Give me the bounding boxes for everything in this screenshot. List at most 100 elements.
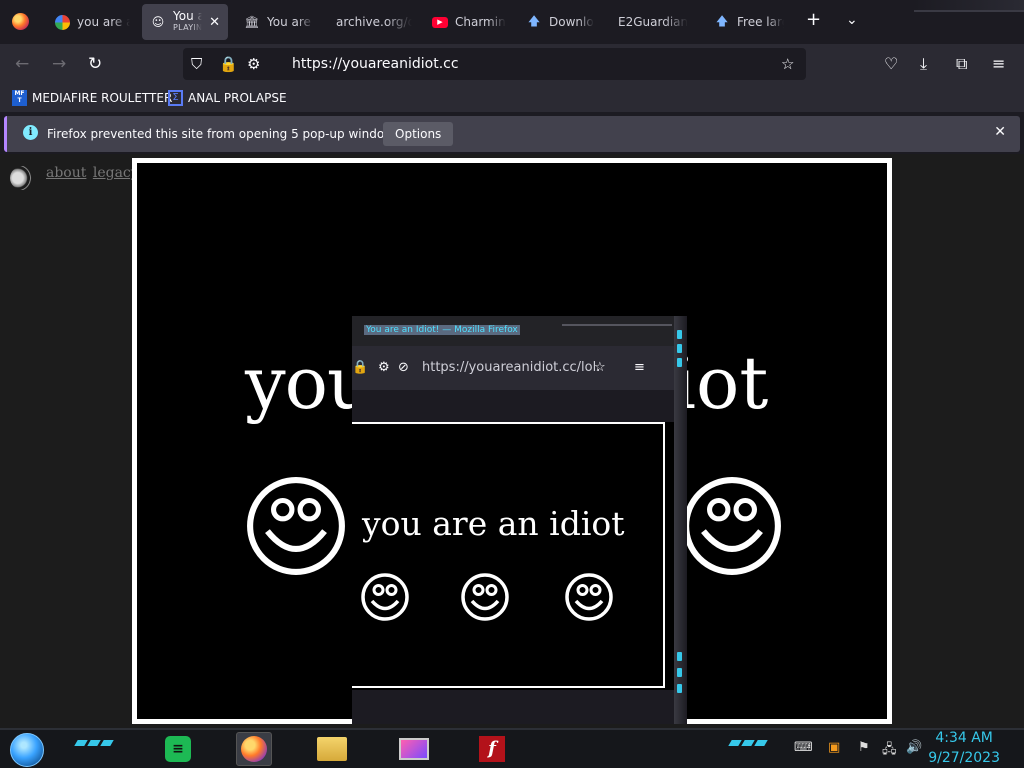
firefox-icon bbox=[241, 736, 267, 762]
close-icon[interactable]: ✕ bbox=[994, 124, 1006, 140]
start-button[interactable] bbox=[10, 733, 44, 767]
sigma-icon: Σ bbox=[168, 90, 183, 106]
keyboard-icon[interactable]: ⌨ bbox=[794, 740, 813, 755]
tab-label: Download bbox=[549, 15, 594, 29]
taskbar-decoration bbox=[728, 740, 768, 746]
titlebar-decoration bbox=[562, 316, 672, 326]
forward-arrow-icon[interactable]: → bbox=[52, 54, 66, 74]
bookmark-star-icon[interactable]: ☆ bbox=[781, 55, 794, 73]
led-decoration bbox=[677, 330, 682, 339]
tab-6[interactable]: 🡅 Download bbox=[518, 4, 602, 40]
smiley-icon: ☺ bbox=[151, 15, 165, 29]
smiley-face-icon bbox=[683, 477, 781, 575]
headline-right: iot bbox=[673, 341, 769, 425]
window-frame-decoration bbox=[914, 0, 1024, 12]
bookmark-star-icon[interactable]: ☆ bbox=[594, 360, 606, 375]
taskbar: ≡ f ⌨ ▣ ⚑ 🖧 🔊 4:34 AM 9/27/2023 bbox=[0, 728, 1024, 768]
smiley-face-icon bbox=[565, 573, 613, 621]
flash-icon: f bbox=[479, 736, 505, 762]
popup-bottom-bar bbox=[352, 690, 682, 724]
clock-time: 4:34 AM bbox=[935, 730, 993, 746]
pocket-icon[interactable]: ♡ bbox=[884, 54, 898, 73]
led-decoration bbox=[677, 358, 682, 367]
tab-1[interactable]: you are an bbox=[46, 4, 138, 40]
about-link[interactable]: about bbox=[46, 165, 86, 181]
tab-8[interactable]: 🡅 Free large bbox=[706, 4, 792, 40]
youtube-icon: ▶ bbox=[432, 14, 448, 30]
popup-titlebar[interactable]: You are an Idiot! — Mozilla Firefox bbox=[352, 316, 682, 346]
tab-label: you are an bbox=[77, 15, 130, 29]
lock-icon: 🔒 bbox=[352, 360, 369, 375]
bookmarks-toolbar: MF T MEDIAFIRE ROULETTER Σ ANAL PROLAPSE bbox=[0, 84, 1024, 112]
bookmark-label: ANAL PROLAPSE bbox=[188, 91, 287, 105]
monitor-icon bbox=[399, 738, 429, 760]
tab-2-active[interactable]: ☺ You are PLAYING ✕ bbox=[142, 4, 228, 40]
menu-hamburger-icon[interactable]: ≡ bbox=[992, 54, 1005, 73]
info-icon: i bbox=[23, 125, 38, 140]
tab-label: You are an bbox=[267, 15, 314, 29]
popup-toolbar-gap bbox=[352, 390, 682, 422]
taskbar-spotify[interactable]: ≡ bbox=[160, 732, 196, 766]
firefox-icon[interactable] bbox=[12, 13, 29, 30]
autoplay-blocked-icon[interactable]: ⊘ bbox=[398, 360, 409, 375]
options-button[interactable]: Options bbox=[383, 122, 454, 146]
upload-arrow-icon: 🡅 bbox=[715, 13, 729, 28]
google-icon bbox=[54, 14, 70, 30]
permissions-icon[interactable]: ⚙ bbox=[247, 55, 260, 73]
tab-label: Free large bbox=[737, 15, 784, 29]
popup-title: You are an Idiot! — Mozilla Firefox bbox=[364, 325, 520, 335]
led-decoration bbox=[677, 668, 682, 677]
tab-5[interactable]: ▶ Charming bbox=[424, 4, 514, 40]
chevron-down-icon[interactable]: ⌄ bbox=[846, 12, 858, 28]
tab-label: E2Guardian bbox=[618, 15, 688, 29]
new-tab-plus-icon[interactable]: + bbox=[806, 9, 821, 30]
led-decoration bbox=[677, 652, 682, 661]
led-decoration bbox=[677, 684, 682, 693]
flag-icon[interactable]: ⚑ bbox=[858, 740, 870, 755]
popup-url-text[interactable]: https://youareanidiot.cc/lol. bbox=[422, 360, 600, 375]
mediafire-icon: MF T bbox=[12, 90, 27, 106]
volume-icon[interactable]: 🔊 bbox=[906, 740, 922, 755]
app-tray-icon[interactable]: ▣ bbox=[828, 740, 840, 755]
popup-page-content: you are an idiot bbox=[352, 422, 665, 688]
bookmark-label: MEDIAFIRE ROULETTER bbox=[32, 91, 173, 105]
lock-icon[interactable]: 🔒 bbox=[219, 55, 238, 73]
tab-3[interactable]: 🏛 You are an bbox=[236, 4, 322, 40]
download-icon[interactable]: ⤓ bbox=[920, 54, 927, 74]
shield-icon[interactable]: ⛉ bbox=[191, 55, 202, 73]
permissions-icon[interactable]: ⚙ bbox=[378, 360, 390, 375]
smiley-face-icon bbox=[247, 477, 345, 575]
navigation-bar: ← → ↻ ⛉ 🔒 ⚙ https://youareanidiot.cc ☆ ♡… bbox=[0, 44, 1024, 84]
popup-blocked-notification: i Firefox prevented this site from openi… bbox=[4, 116, 1020, 152]
close-icon[interactable]: ✕ bbox=[209, 15, 220, 30]
tab-4[interactable]: archive.org/d bbox=[328, 4, 420, 40]
taskbar-flash[interactable]: f bbox=[474, 732, 510, 766]
extensions-icon[interactable]: ⧉ bbox=[956, 54, 967, 74]
tab-label: You are bbox=[173, 10, 203, 23]
menu-hamburger-icon[interactable]: ≡ bbox=[634, 360, 645, 375]
bookmark-mediafire[interactable]: MF T MEDIAFIRE ROULETTER bbox=[12, 90, 172, 106]
url-text[interactable]: https://youareanidiot.cc bbox=[292, 56, 459, 72]
popup-window[interactable]: You are an Idiot! — Mozilla Firefox 🔒 ⚙ … bbox=[352, 316, 687, 724]
tab-label: archive.org/d bbox=[336, 15, 412, 29]
network-icon[interactable]: 🖧 bbox=[882, 740, 897, 762]
bookmark-second[interactable]: Σ ANAL PROLAPSE bbox=[168, 90, 287, 106]
taskbar-display-app[interactable] bbox=[396, 732, 432, 766]
taskbar-firefox[interactable] bbox=[236, 732, 272, 766]
tab-7[interactable]: E2Guardian bbox=[610, 4, 696, 40]
archive-icon: 🏛 bbox=[244, 15, 260, 29]
popup-url-bar[interactable]: 🔒 ⚙ ⊘ https://youareanidiot.cc/lol. ☆ ≡ bbox=[352, 346, 682, 390]
speaker-icon[interactable] bbox=[10, 166, 36, 190]
back-arrow-icon[interactable]: ← bbox=[15, 54, 29, 74]
smiley-face-icon bbox=[361, 573, 409, 621]
spotify-icon: ≡ bbox=[165, 736, 191, 762]
system-clock[interactable]: 4:34 AM 9/27/2023 bbox=[928, 728, 1000, 768]
folder-icon bbox=[317, 737, 347, 761]
notification-message: Firefox prevented this site from opening… bbox=[47, 127, 405, 141]
popup-window-border[interactable] bbox=[674, 316, 687, 724]
page-content: about legacy safe you iot You are an Idi… bbox=[0, 154, 1024, 730]
url-bar[interactable]: ⛉ 🔒 ⚙ https://youareanidiot.cc ☆ bbox=[183, 48, 806, 80]
taskbar-file-explorer[interactable] bbox=[314, 732, 350, 766]
popup-headline: you are an idiot bbox=[362, 504, 625, 543]
reload-icon[interactable]: ↻ bbox=[88, 54, 102, 74]
